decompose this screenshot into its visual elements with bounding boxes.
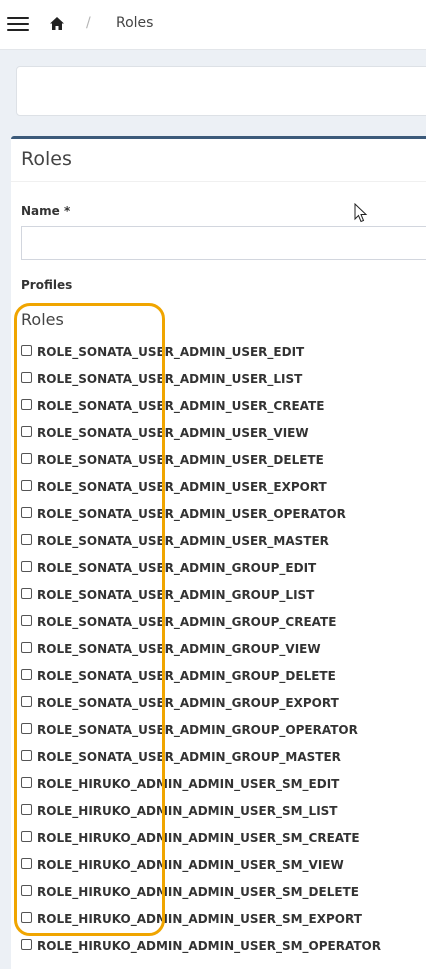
role-label: ROLE_HIRUKO_ADMIN_ADMIN_USER_SM_LIST (37, 804, 338, 818)
panel-divider (11, 181, 426, 182)
role-checkbox[interactable] (21, 615, 32, 626)
role-label: ROLE_SONATA_USER_ADMIN_USER_OPERATOR (37, 507, 346, 521)
role-label: ROLE_SONATA_USER_ADMIN_GROUP_LIST (37, 588, 315, 602)
role-checkbox[interactable] (21, 372, 32, 383)
role-checkbox[interactable] (21, 561, 32, 572)
role-checkbox[interactable] (21, 588, 32, 599)
role-label: ROLE_SONATA_USER_ADMIN_USER_MASTER (37, 534, 329, 548)
menu-toggle-icon[interactable] (7, 17, 29, 31)
role-label: ROLE_HIRUKO_ADMIN_ADMIN_USER_SM_EDIT (37, 777, 340, 791)
role-checkbox[interactable] (21, 696, 32, 707)
breadcrumb-separator: / (86, 15, 91, 31)
home-icon[interactable] (50, 17, 64, 30)
role-checkbox[interactable] (21, 885, 32, 896)
role-label: ROLE_HIRUKO_ADMIN_ADMIN_USER_SM_EXPORT (37, 912, 362, 926)
role-checkbox[interactable] (21, 453, 32, 464)
role-checkbox[interactable] (21, 534, 32, 545)
role-label: ROLE_SONATA_USER_ADMIN_USER_CREATE (37, 399, 325, 413)
role-checkbox[interactable] (21, 669, 32, 680)
role-label: ROLE_SONATA_USER_ADMIN_GROUP_EDIT (37, 561, 317, 575)
role-label: ROLE_HIRUKO_ADMIN_ADMIN_USER_SM_OPERATOR (37, 939, 381, 953)
mouse-cursor-icon (354, 203, 368, 223)
roles-heading: Roles (21, 310, 64, 329)
role-label: ROLE_SONATA_USER_ADMIN_USER_VIEW (37, 426, 309, 440)
role-checkbox[interactable] (21, 939, 32, 950)
role-label: ROLE_HIRUKO_ADMIN_ADMIN_USER_SM_CREATE (37, 831, 360, 845)
role-checkbox[interactable] (21, 723, 32, 734)
role-label: ROLE_SONATA_USER_ADMIN_GROUP_MASTER (37, 750, 341, 764)
role-checkbox[interactable] (21, 399, 32, 410)
role-label: ROLE_SONATA_USER_ADMIN_GROUP_DELETE (37, 669, 336, 683)
role-checkbox[interactable] (21, 831, 32, 842)
top-navbar: / Roles (0, 0, 426, 50)
role-label: ROLE_SONATA_USER_ADMIN_GROUP_OPERATOR (37, 723, 358, 737)
role-label: ROLE_SONATA_USER_ADMIN_USER_DELETE (37, 453, 324, 467)
role-checkbox[interactable] (21, 777, 32, 788)
role-label: ROLE_HIRUKO_ADMIN_ADMIN_USER_SM_VIEW (37, 858, 344, 872)
role-label: ROLE_HIRUKO_ADMIN_ADMIN_USER_SM_DELETE (37, 885, 359, 899)
role-label: ROLE_SONATA_USER_ADMIN_GROUP_VIEW (37, 642, 321, 656)
role-checkbox[interactable] (21, 507, 32, 518)
role-checkbox[interactable] (21, 642, 32, 653)
role-checkbox[interactable] (21, 858, 32, 869)
role-label: ROLE_SONATA_USER_ADMIN_USER_EXPORT (37, 480, 327, 494)
role-checkbox[interactable] (21, 912, 32, 923)
empty-top-box (16, 66, 426, 116)
name-input[interactable] (21, 226, 426, 260)
role-checkbox[interactable] (21, 750, 32, 761)
role-checkbox[interactable] (21, 480, 32, 491)
role-label: ROLE_SONATA_USER_ADMIN_USER_EDIT (37, 345, 305, 359)
role-label: ROLE_SONATA_USER_ADMIN_GROUP_CREATE (37, 615, 337, 629)
role-checkbox[interactable] (21, 345, 32, 356)
panel-title: Roles (21, 148, 72, 170)
role-checkbox[interactable] (21, 426, 32, 437)
role-checkbox[interactable] (21, 804, 32, 815)
role-label: ROLE_SONATA_USER_ADMIN_GROUP_EXPORT (37, 696, 339, 710)
role-label: ROLE_SONATA_USER_ADMIN_USER_LIST (37, 372, 303, 386)
name-label: Name * (21, 204, 71, 218)
profiles-label: Profiles (21, 278, 73, 292)
breadcrumb-current: Roles (116, 15, 154, 31)
